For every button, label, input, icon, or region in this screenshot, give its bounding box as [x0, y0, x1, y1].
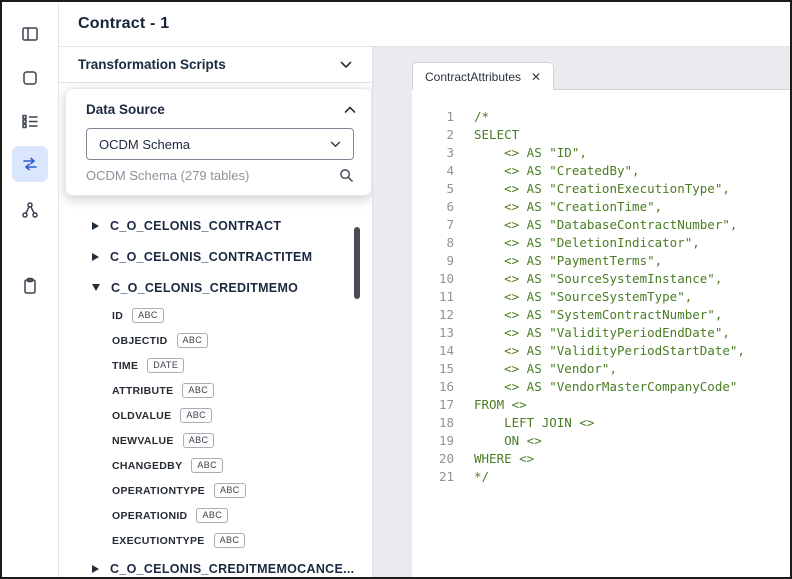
field-type-badge: DATE	[147, 358, 184, 374]
field-row[interactable]: ATTRIBUTE ABC	[59, 378, 372, 403]
field-row[interactable]: NEWVALUE ABC	[59, 428, 372, 453]
field-row[interactable]: OPERATIONTYPE ABC	[59, 478, 372, 503]
field-row[interactable]: ID ABC	[59, 303, 372, 328]
tree-node[interactable]: C_O_CELONIS_CREDITMEMO	[59, 272, 372, 303]
transformation-scripts-header[interactable]: Transformation Scripts	[59, 47, 372, 83]
field-name: OPERATIONID	[112, 510, 187, 522]
data-source-card: Data Source OCDM Schema	[65, 88, 372, 196]
field-name: ID	[112, 310, 123, 322]
field-row[interactable]: CHANGEDBY ABC	[59, 453, 372, 478]
triangle-down-icon[interactable]	[92, 284, 100, 291]
schema-tree: C_O_CELONIS_CONTRACT C_O_CELONIS_CONTRACT…	[59, 210, 372, 577]
tab-contractattributes[interactable]: ContractAttributes ✕	[412, 62, 554, 90]
field-name: CHANGEDBY	[112, 460, 182, 472]
table-name: C_O_CELONIS_CONTRACTITEM	[110, 250, 312, 264]
field-type-badge: ABC	[180, 408, 212, 424]
field-row[interactable]: OPERATIONID ABC	[59, 503, 372, 528]
table-name: C_O_CELONIS_CREDITMEMOCANCE...	[110, 562, 354, 576]
field-name: OPERATIONTYPE	[112, 485, 205, 497]
transform-arrows-icon	[20, 154, 40, 174]
schema-search-input[interactable]	[86, 168, 339, 183]
triangle-right-icon[interactable]	[92, 253, 99, 261]
square-icon	[20, 68, 40, 88]
clipboard-icon	[20, 276, 40, 296]
field-type-badge: ABC	[214, 483, 246, 499]
table-name: C_O_CELONIS_CREDITMEMO	[111, 281, 298, 295]
network-icon	[20, 200, 40, 220]
schema-dropdown-value: OCDM Schema	[99, 137, 190, 152]
schema-dropdown[interactable]: OCDM Schema	[86, 128, 354, 160]
tree-node[interactable]: C_O_CELONIS_CREDITMEMOCANCE...	[59, 553, 372, 577]
field-name: OLDVALUE	[112, 410, 171, 422]
icon-rail	[2, 2, 59, 577]
chevron-down-icon	[340, 61, 352, 69]
close-tab-icon[interactable]: ✕	[531, 71, 541, 83]
field-type-badge: ABC	[183, 433, 215, 449]
panel-icon	[20, 24, 40, 44]
schema-search	[66, 160, 371, 195]
transformation-scripts-label: Transformation Scripts	[78, 57, 226, 72]
tree-node[interactable]: C_O_CELONIS_CONTRACT	[59, 210, 372, 241]
field-type-badge: ABC	[177, 333, 209, 349]
page-title: Contract - 1	[78, 15, 169, 33]
list-icon	[20, 111, 40, 131]
field-type-badge: ABC	[191, 458, 223, 474]
data-source-header[interactable]: Data Source	[66, 89, 371, 128]
code-editor[interactable]: 1 2 3 4 5 6 7 8 9 10 11 12 13 14 15 16 1…	[412, 89, 790, 577]
objects-nav-button[interactable]	[12, 60, 48, 96]
code-area: 1 2 3 4 5 6 7 8 9 10 11 12 13 14 15 16 1…	[412, 90, 790, 486]
field-name: OBJECTID	[112, 335, 168, 347]
field-row[interactable]: TIME DATE	[59, 353, 372, 378]
triangle-right-icon[interactable]	[92, 565, 99, 573]
tab-label: ContractAttributes	[425, 70, 521, 84]
panel-nav-button[interactable]	[12, 16, 48, 52]
data-model-nav-button[interactable]	[12, 192, 48, 228]
field-name: NEWVALUE	[112, 435, 174, 447]
search-icon	[339, 168, 354, 183]
field-row[interactable]: OLDVALUE ABC	[59, 403, 372, 428]
data-list-nav-button[interactable]	[12, 103, 48, 139]
triangle-right-icon[interactable]	[92, 222, 99, 230]
field-row[interactable]: EXECUTIONTYPE ABC	[59, 528, 372, 553]
editor-region: ContractAttributes ✕ 1 2 3 4 5 6 7 8 9 1…	[373, 47, 790, 577]
chevron-down-icon	[330, 141, 341, 148]
logs-nav-button[interactable]	[12, 268, 48, 304]
field-type-badge: ABC	[214, 533, 246, 549]
field-name: TIME	[112, 360, 138, 372]
data-source-title: Data Source	[86, 102, 165, 117]
field-name: ATTRIBUTE	[112, 385, 173, 397]
line-numbers: 1 2 3 4 5 6 7 8 9 10 11 12 13 14 15 16 1…	[412, 108, 454, 486]
field-type-badge: ABC	[182, 383, 214, 399]
transformations-nav-button[interactable]	[12, 146, 48, 182]
table-name: C_O_CELONIS_CONTRACT	[110, 219, 281, 233]
code-content: /* SELECT <> AS "ID", <> AS "CreatedBy",…	[454, 108, 745, 486]
field-name: EXECUTIONTYPE	[112, 535, 205, 547]
top-bar: Contract - 1	[59, 2, 790, 47]
field-row[interactable]: OBJECTID ABC	[59, 328, 372, 353]
field-type-badge: ABC	[132, 308, 164, 324]
chevron-up-icon	[344, 106, 356, 114]
field-type-badge: ABC	[196, 508, 228, 524]
left-panel-scrollbar[interactable]	[354, 227, 360, 299]
left-panel: Transformation Scripts Data Source OCDM …	[59, 47, 373, 577]
app-window: Contract - 1 Transformation Scripts Data…	[0, 0, 792, 579]
tree-node[interactable]: C_O_CELONIS_CONTRACTITEM	[59, 241, 372, 272]
